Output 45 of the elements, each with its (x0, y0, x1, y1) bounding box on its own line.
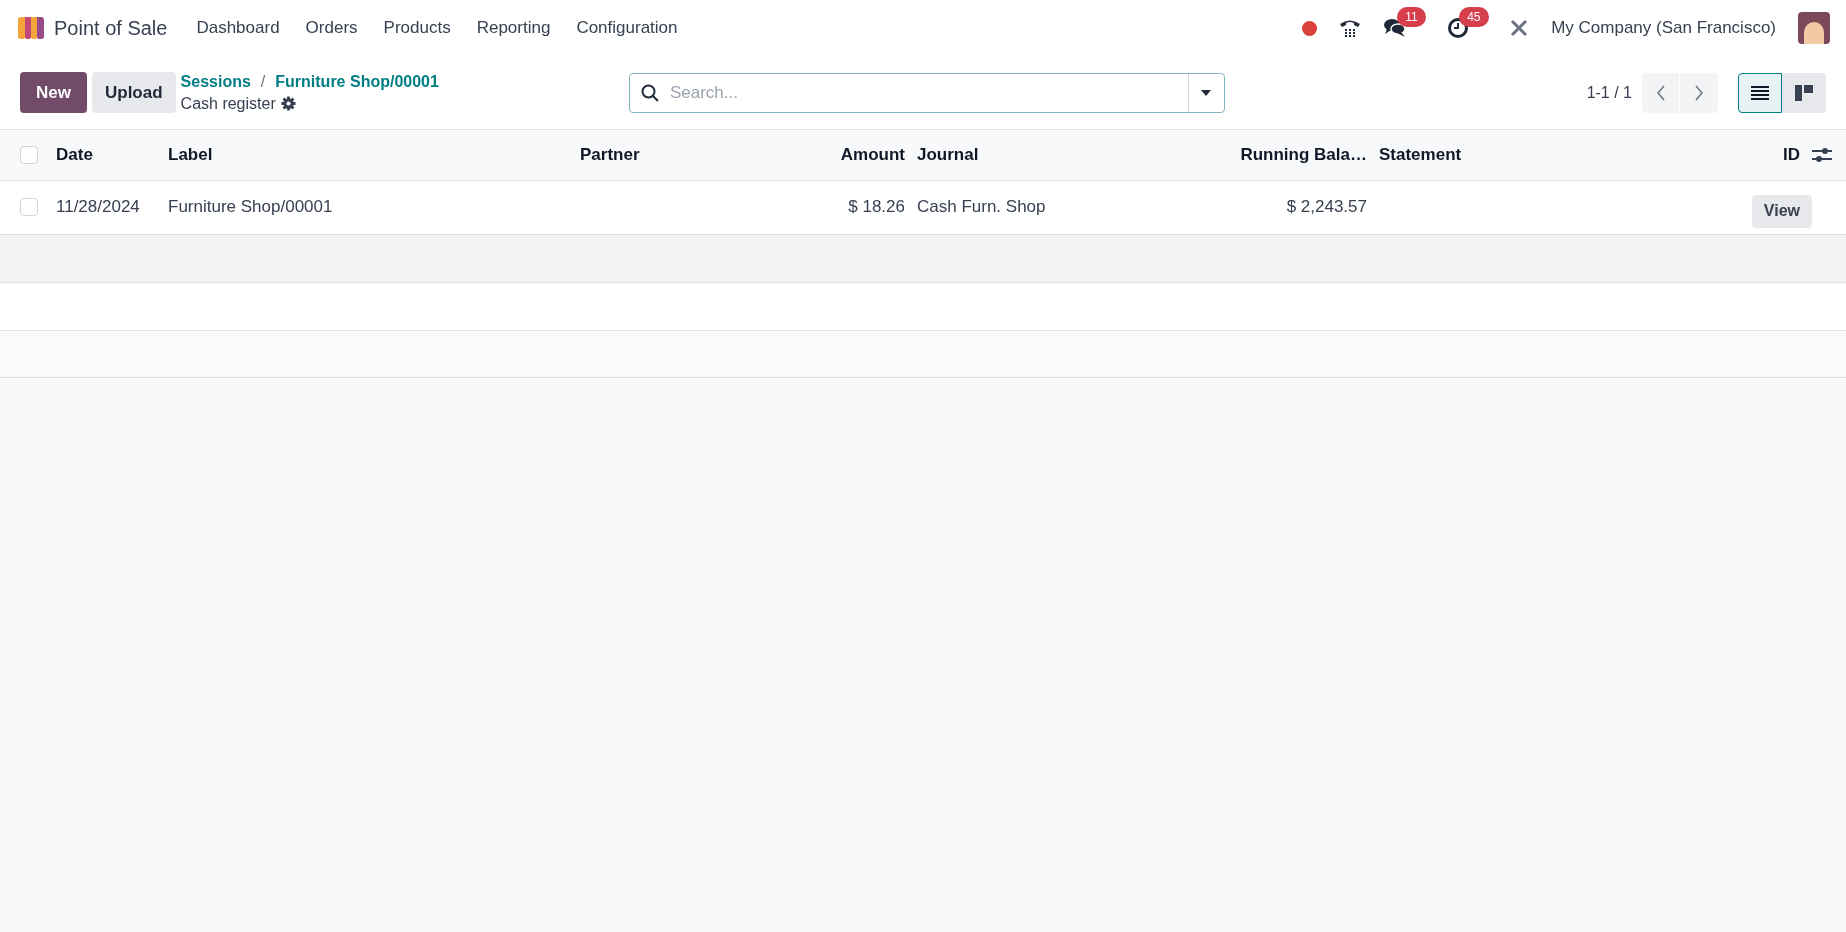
search-field[interactable]: Search... (628, 72, 1225, 113)
menu-item[interactable]: Reporting (463, 15, 564, 41)
row-checkbox[interactable] (20, 198, 38, 216)
list-icon (1751, 85, 1769, 100)
caret-icon (1201, 89, 1212, 96)
upload-button[interactable]: Upload (91, 72, 176, 113)
new-button[interactable]: New (20, 72, 87, 113)
column-header[interactable]: Label (168, 145, 213, 164)
company-switcher[interactable]: My Company (San Francisco) (1551, 15, 1776, 41)
column-header[interactable]: Journal (917, 145, 979, 164)
column-header[interactable]: Partner (580, 145, 640, 164)
column-settings-icon[interactable] (1812, 146, 1832, 163)
gear-icon[interactable] (280, 96, 296, 111)
search-icon (640, 83, 659, 102)
app-logo-icon (16, 16, 46, 40)
table-cell: Cash Furn. Shop (917, 197, 1046, 217)
page-title: Cash register (180, 93, 276, 114)
kanban-view-button[interactable] (1782, 72, 1826, 113)
list-view-button[interactable] (1738, 72, 1782, 113)
breadcrumb-link[interactable]: Sessions (180, 70, 251, 93)
breadcrumb-link[interactable]: Furniture Shop/00001 (275, 70, 439, 93)
table-cell: $ 18.26 (848, 197, 905, 217)
app-name[interactable]: Point of Sale (54, 13, 168, 43)
view-button[interactable]: View (1751, 194, 1812, 228)
table-cell: Furniture Shop/00001 (168, 197, 333, 217)
message-count-badge: 11 (1397, 7, 1426, 27)
menu-item[interactable]: Orders (292, 15, 371, 41)
chevron-left-icon (1655, 84, 1666, 101)
chevron-right-icon (1694, 84, 1704, 101)
menu-item[interactable]: Products (370, 15, 464, 41)
kanban-icon (1795, 84, 1813, 101)
column-header[interactable]: Amount (840, 145, 917, 164)
column-header[interactable]: Date (56, 145, 93, 164)
select-all-checkbox[interactable] (20, 145, 38, 164)
menu-item[interactable]: Dashboard (183, 15, 293, 41)
column-header[interactable]: Running Bala… (1240, 145, 1379, 164)
avatar-icon[interactable] (1798, 12, 1830, 44)
menu-item[interactable]: Configuration (563, 15, 691, 41)
table-cell: 11/28/2024 (56, 197, 140, 217)
table-cell: $ 2,243.57 (1286, 197, 1367, 217)
breadcrumb-separator: / (260, 71, 266, 92)
pager-value: 1-1 / 1 (1586, 82, 1632, 103)
activity-count-badge: 45 (1459, 7, 1489, 27)
column-header[interactable]: ID (1783, 145, 1812, 164)
column-header[interactable]: Statement (1379, 145, 1462, 164)
